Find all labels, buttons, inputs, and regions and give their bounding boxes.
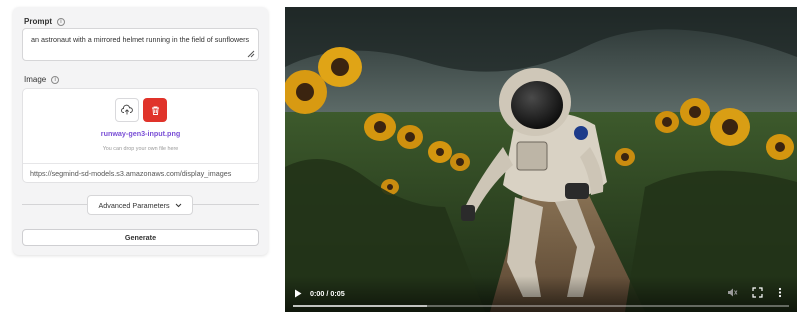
advanced-parameters-toggle[interactable]: Advanced Parameters [87, 195, 193, 215]
fullscreen-icon[interactable] [752, 287, 763, 298]
divider-left [22, 204, 87, 205]
prompt-label-row: Prompt i [24, 17, 65, 26]
more-vertical-icon[interactable] [777, 287, 783, 298]
info-icon[interactable]: i [51, 75, 60, 84]
input-panel: Prompt i an astronaut with a mirrored he… [13, 7, 268, 255]
image-upload-card[interactable]: runway-gen3-input.png You can drop your … [22, 88, 259, 183]
uploaded-filename[interactable]: runway-gen3-input.png [23, 129, 258, 138]
video-frame [285, 7, 797, 312]
video-progress-bar[interactable] [293, 305, 789, 307]
delete-button[interactable] [143, 98, 167, 122]
drop-hint: You can drop your own file here [102, 146, 179, 152]
divider-right [193, 204, 259, 205]
image-label: Image [24, 75, 47, 84]
resize-icon[interactable] [247, 50, 255, 58]
trash-icon [151, 106, 159, 115]
play-icon[interactable] [294, 289, 302, 298]
advanced-parameters-label: Advanced Parameters [98, 200, 170, 210]
video-controls: 0:00 / 0:05 [285, 276, 797, 312]
prompt-label: Prompt [24, 17, 52, 26]
info-icon[interactable]: i [57, 17, 65, 26]
prompt-textarea[interactable]: an astronaut with a mirrored helmet runn… [22, 28, 259, 61]
upload-button[interactable] [115, 98, 139, 122]
image-url-field[interactable]: https://segmind-sd-models.s3.amazonaws.c… [23, 163, 258, 184]
chevron-down-icon [175, 203, 181, 207]
generate-button[interactable]: Generate [22, 229, 259, 246]
video-time: 0:00 / 0:05 [310, 289, 345, 298]
image-label-row: Image i [24, 75, 60, 84]
upload-icon [121, 104, 133, 115]
video-buffer-bar [293, 305, 427, 307]
prompt-text: an astronaut with a mirrored helmet runn… [31, 35, 250, 44]
video-player[interactable]: 0:00 / 0:05 [285, 7, 797, 312]
volume-icon[interactable] [727, 287, 738, 298]
